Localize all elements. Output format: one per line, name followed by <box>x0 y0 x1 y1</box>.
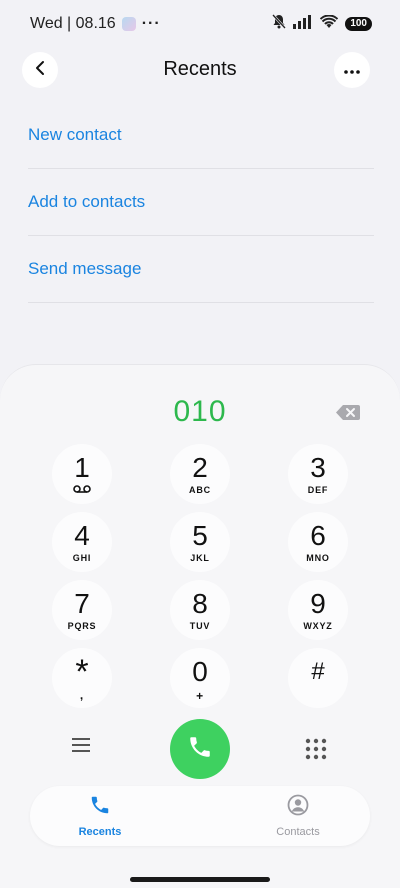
key-letters: DEF <box>307 484 329 495</box>
key-digit: 3 <box>310 451 326 483</box>
key-letters: , <box>79 687 85 702</box>
status-bar: Wed | 08.16 ··· 100 <box>0 0 400 48</box>
status-time: Wed | 08.16 <box>30 15 116 32</box>
key-digit: 7 <box>74 587 90 619</box>
key-digit: # <box>311 657 325 685</box>
wifi-icon <box>320 14 339 34</box>
more-horizontal-icon <box>344 61 360 79</box>
mute-icon <box>272 14 287 34</box>
status-right: 100 <box>272 14 372 34</box>
key-4[interactable]: 4 GHI <box>52 512 112 572</box>
key-1[interactable]: 1 <box>52 444 112 504</box>
key-digit: 0 <box>192 655 208 687</box>
tab-contacts[interactable]: Contacts <box>238 786 358 846</box>
key-letters: ABC <box>189 484 211 495</box>
key-letters: PQRS <box>67 620 97 631</box>
status-left: Wed | 08.16 ··· <box>30 15 161 33</box>
battery-icon: 100 <box>345 17 372 31</box>
key-8[interactable]: 8 TUV <box>170 580 230 640</box>
status-more: ··· <box>141 15 161 32</box>
signal-icon <box>293 14 313 34</box>
key-digit: 5 <box>192 519 208 551</box>
key-digit: 8 <box>192 587 208 619</box>
key-letters: GHI <box>72 552 92 563</box>
keypad-toggle-button[interactable] <box>305 738 327 765</box>
key-digit: * <box>75 652 89 691</box>
header: Recents <box>0 52 400 88</box>
key-9[interactable]: 9 WXYZ <box>288 580 348 640</box>
key-3[interactable]: 3 DEF <box>288 444 348 504</box>
tab-contacts-label: Contacts <box>276 826 320 838</box>
key-digit: 9 <box>310 587 326 619</box>
add-to-contacts-link[interactable]: Add to contacts <box>28 169 374 236</box>
key-digit: 1 <box>74 451 90 483</box>
dialer-controls <box>0 719 400 779</box>
actions-list: New contact Add to contacts Send message <box>28 102 374 303</box>
key-digit: 6 <box>310 519 326 551</box>
key-6[interactable]: 6 MNO <box>288 512 348 572</box>
call-button[interactable] <box>170 719 230 779</box>
voicemail-icon <box>73 484 91 495</box>
tab-recents[interactable]: Recents <box>40 786 160 846</box>
backspace-icon <box>336 405 360 424</box>
key-letters: WXYZ <box>303 620 333 631</box>
app-notification-icon <box>121 17 136 31</box>
phone-icon <box>187 734 213 765</box>
menu-button[interactable] <box>70 737 92 758</box>
key-letters: + <box>196 688 204 703</box>
key-hash[interactable]: # <box>288 648 348 708</box>
home-indicator <box>130 877 270 882</box>
more-options-button[interactable] <box>334 52 370 88</box>
backspace-button[interactable] <box>336 405 360 425</box>
key-2[interactable]: 2 ABC <box>170 444 230 504</box>
key-0[interactable]: 0 + <box>170 648 230 708</box>
key-letters: MNO <box>306 552 330 563</box>
key-7[interactable]: 7 PQRS <box>52 580 112 640</box>
contact-icon <box>287 794 309 821</box>
new-contact-link[interactable]: New contact <box>28 102 374 169</box>
keypad-grid-icon <box>305 738 327 764</box>
key-digit: 2 <box>192 451 208 483</box>
key-letters: JKL <box>190 552 210 563</box>
tab-recents-label: Recents <box>78 826 122 838</box>
key-letters: TUV <box>189 620 211 631</box>
send-message-link[interactable]: Send message <box>28 236 374 303</box>
key-digit: 4 <box>74 519 90 551</box>
tab-bar: Recents Contacts <box>30 786 370 846</box>
key-5[interactable]: 5 JKL <box>170 512 230 572</box>
phone-icon <box>89 794 111 821</box>
menu-icon <box>70 738 92 757</box>
key-star[interactable]: * , <box>52 648 112 708</box>
